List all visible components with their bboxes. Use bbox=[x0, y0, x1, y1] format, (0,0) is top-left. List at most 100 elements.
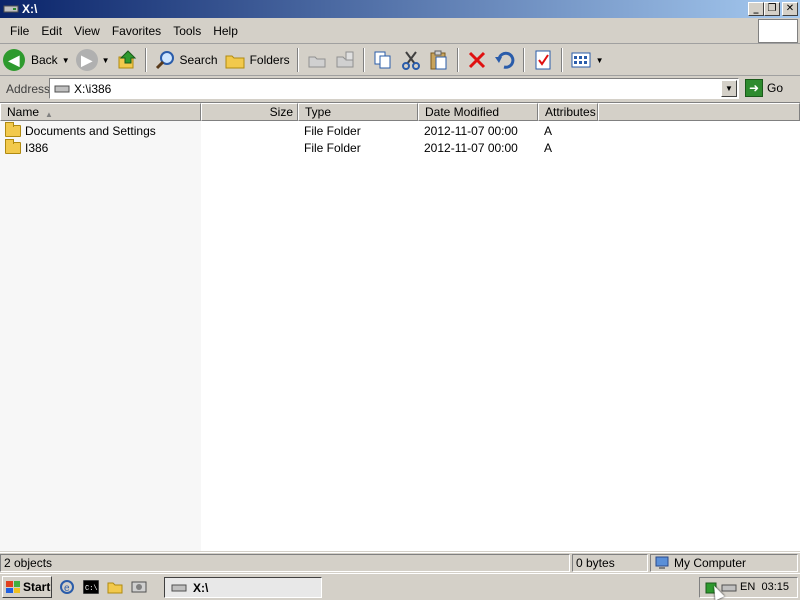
title-bar: X:\ _ ❐ ✕ bbox=[0, 0, 800, 18]
delete-icon bbox=[468, 51, 485, 69]
maximize-button[interactable]: ❐ bbox=[764, 2, 780, 16]
up-icon bbox=[118, 50, 136, 69]
folders-button[interactable]: Folders bbox=[221, 46, 293, 74]
column-header-date[interactable]: Date Modified bbox=[418, 103, 538, 121]
windows-flag-icon bbox=[6, 581, 20, 593]
command-prompt-icon[interactable]: C:\ bbox=[82, 578, 100, 596]
back-icon: ◀ bbox=[3, 49, 25, 71]
move-to-icon bbox=[308, 56, 326, 68]
toolbar-separator bbox=[456, 48, 459, 72]
clock[interactable]: 03:15 bbox=[761, 581, 789, 593]
cut-icon bbox=[401, 51, 420, 70]
toolbar-separator bbox=[296, 48, 299, 72]
search-button[interactable]: Search bbox=[151, 46, 221, 74]
file-name: I386 bbox=[25, 140, 49, 155]
my-computer-icon bbox=[655, 556, 669, 569]
start-button[interactable]: Start bbox=[2, 576, 52, 598]
back-dropdown-icon[interactable]: ▼ bbox=[62, 56, 70, 65]
file-attributes: A bbox=[544, 140, 553, 155]
forward-dropdown-icon[interactable]: ▼ bbox=[102, 56, 110, 65]
close-button[interactable]: ✕ bbox=[782, 2, 798, 16]
status-size: 0 bytes bbox=[572, 554, 648, 572]
delete-button[interactable] bbox=[463, 46, 491, 74]
drive-icon bbox=[171, 584, 187, 591]
drive-tray-icon[interactable] bbox=[721, 583, 737, 593]
column-header-type[interactable]: Type bbox=[298, 103, 418, 121]
column-header-name[interactable]: Name ▲ bbox=[0, 103, 201, 121]
menu-bar: File Edit View Favorites Tools Help bbox=[0, 18, 800, 44]
folders-icon bbox=[225, 55, 245, 69]
address-bar: Address X:\i386 ▼ ➜ Go bbox=[0, 77, 800, 101]
toolbar-separator bbox=[522, 48, 525, 72]
forward-icon: ▶ bbox=[75, 49, 98, 71]
file-type: File Folder bbox=[304, 140, 361, 155]
taskbar-window-label: X:\ bbox=[193, 580, 209, 595]
views-dropdown-icon[interactable]: ▼ bbox=[596, 56, 604, 65]
views-button[interactable]: ▼ bbox=[567, 46, 607, 74]
copy-to-icon bbox=[336, 51, 354, 68]
address-value: X:\i386 bbox=[74, 81, 112, 96]
disk-tool-icon[interactable] bbox=[130, 578, 148, 596]
views-icon bbox=[571, 52, 591, 68]
explorer-folder-icon[interactable] bbox=[106, 578, 124, 596]
address-dropdown-button[interactable]: ▼ bbox=[721, 80, 737, 97]
paste-icon bbox=[430, 50, 447, 70]
menu-view[interactable]: View bbox=[68, 24, 106, 38]
column-header-size[interactable]: Size bbox=[201, 103, 298, 121]
copy-icon bbox=[374, 51, 391, 69]
file-attributes: A bbox=[544, 123, 553, 138]
sort-ascending-icon: ▲ bbox=[45, 110, 53, 119]
toolbar: ◀ Back ▼ ▶ ▼ Search Folders ▼ bbox=[0, 45, 800, 76]
menu-tools[interactable]: Tools bbox=[167, 24, 207, 38]
language-indicator[interactable]: EN bbox=[740, 581, 755, 593]
drive-icon bbox=[54, 85, 70, 92]
file-row[interactable]: I386 File Folder 2012-11-07 00:00 A bbox=[0, 138, 800, 156]
toolbar-separator bbox=[560, 48, 563, 72]
search-icon bbox=[155, 51, 174, 70]
start-label: Start bbox=[23, 580, 51, 594]
search-label: Search bbox=[179, 53, 218, 67]
column-header-attributes[interactable]: Attributes bbox=[538, 103, 598, 121]
folder-icon bbox=[5, 138, 21, 154]
properties-icon bbox=[535, 50, 551, 70]
move-to-button[interactable] bbox=[303, 46, 331, 74]
menu-favorites[interactable]: Favorites bbox=[106, 24, 167, 38]
column-headers: Name ▲ Size Type Date Modified Attribute… bbox=[0, 103, 800, 121]
status-objects: 2 objects bbox=[0, 554, 570, 572]
go-button[interactable]: ➜ Go bbox=[745, 79, 783, 97]
address-label: Address bbox=[6, 82, 51, 96]
minimize-button[interactable]: _ bbox=[748, 2, 764, 16]
ie-icon[interactable]: e bbox=[58, 578, 76, 596]
svg-text:C:\: C:\ bbox=[85, 585, 98, 593]
menu-edit[interactable]: Edit bbox=[35, 24, 68, 38]
paste-button[interactable] bbox=[425, 46, 453, 74]
column-header-filler bbox=[598, 103, 800, 121]
file-row[interactable]: Documents and Settings File Folder 2012-… bbox=[0, 121, 800, 139]
status-bar: 2 objects 0 bytes My Computer bbox=[0, 552, 800, 572]
status-location-label: My Computer bbox=[674, 556, 747, 570]
up-button[interactable] bbox=[113, 46, 141, 74]
back-button[interactable]: ◀ Back ▼ bbox=[0, 46, 73, 74]
cut-button[interactable] bbox=[397, 46, 425, 74]
go-label: Go bbox=[767, 81, 784, 95]
menu-help[interactable]: Help bbox=[207, 24, 244, 38]
folders-label: Folders bbox=[249, 53, 290, 67]
undo-button[interactable] bbox=[491, 46, 519, 74]
folder-icon bbox=[5, 121, 21, 137]
toolbar-separator bbox=[144, 48, 147, 72]
drive-icon bbox=[3, 2, 19, 16]
taskbar-window-button[interactable]: X:\ bbox=[164, 577, 322, 598]
taskbar: Start e C:\ X:\ EN 03:15 bbox=[0, 573, 800, 600]
name-column-shade bbox=[0, 103, 201, 551]
forward-button[interactable]: ▶ ▼ bbox=[73, 46, 113, 74]
svg-text:e: e bbox=[64, 583, 70, 594]
copy-button[interactable] bbox=[369, 46, 397, 74]
copy-to-button[interactable] bbox=[331, 46, 359, 74]
file-date: 2012-11-07 00:00 bbox=[424, 140, 518, 155]
menu-file[interactable]: File bbox=[0, 24, 35, 38]
file-name: Documents and Settings bbox=[25, 123, 156, 138]
properties-button[interactable] bbox=[529, 46, 557, 74]
status-location: My Computer bbox=[650, 554, 798, 572]
file-list: Name ▲ Size Type Date Modified Attribute… bbox=[0, 102, 800, 551]
address-input[interactable]: X:\i386 ▼ bbox=[49, 78, 739, 99]
